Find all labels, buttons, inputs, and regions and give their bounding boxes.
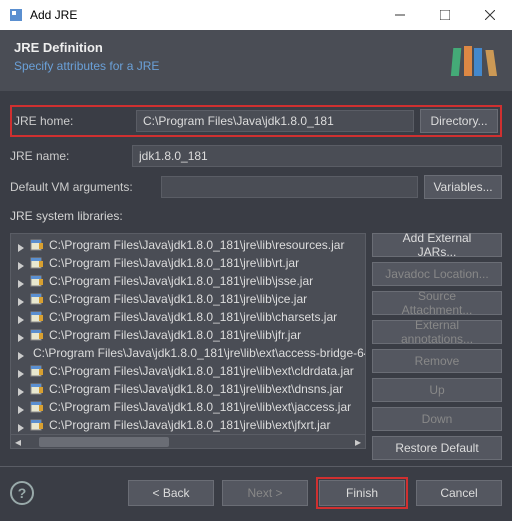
expand-icon[interactable] [17, 349, 25, 357]
expand-icon[interactable] [17, 385, 25, 393]
restore-default-button[interactable]: Restore Default [372, 436, 502, 460]
wizard-footer: ? < Back Next > Finish Cancel [0, 466, 512, 521]
tree-node-label: C:\Program Files\Java\jdk1.8.0_181\jre\l… [49, 400, 351, 414]
expand-icon[interactable] [17, 367, 25, 375]
jar-icon [29, 238, 45, 252]
help-icon[interactable]: ? [10, 481, 34, 505]
down-button[interactable]: Down [372, 407, 502, 431]
horizontal-scrollbar[interactable]: ◂ ▸ [11, 434, 365, 448]
titlebar: Add JRE [0, 0, 512, 30]
app-icon [8, 7, 24, 23]
jar-icon [29, 292, 45, 306]
tree-node-label: C:\Program Files\Java\jdk1.8.0_181\jre\l… [49, 238, 344, 252]
jar-icon [29, 328, 45, 342]
remove-button[interactable]: Remove [372, 349, 502, 373]
page-subtitle: Specify attributes for a JRE [14, 59, 450, 73]
maximize-button[interactable] [422, 0, 467, 30]
tree-node[interactable]: C:\Program Files\Java\jdk1.8.0_181\jre\l… [11, 272, 365, 290]
vm-args-label: Default VM arguments: [10, 180, 155, 194]
jre-name-label: JRE name: [10, 149, 126, 163]
jre-name-input[interactable] [132, 145, 502, 167]
tree-node[interactable]: C:\Program Files\Java\jdk1.8.0_181\jre\l… [11, 254, 365, 272]
expand-icon[interactable] [17, 403, 25, 411]
tree-node-label: C:\Program Files\Java\jdk1.8.0_181\jre\l… [49, 274, 313, 288]
tree-node[interactable]: C:\Program Files\Java\jdk1.8.0_181\jre\l… [11, 308, 365, 326]
tree-node-label: C:\Program Files\Java\jdk1.8.0_181\jre\l… [49, 382, 343, 396]
directory-button[interactable]: Directory... [420, 109, 498, 133]
page-title: JRE Definition [14, 40, 450, 55]
tree-node-label: C:\Program Files\Java\jdk1.8.0_181\jre\l… [33, 346, 366, 360]
finish-highlight: Finish [316, 477, 408, 509]
jre-home-label: JRE home: [14, 114, 130, 128]
close-button[interactable] [467, 0, 512, 30]
tree-node[interactable]: C:\Program Files\Java\jdk1.8.0_181\jre\l… [11, 380, 365, 398]
expand-icon[interactable] [17, 259, 25, 267]
scroll-left-icon[interactable]: ◂ [11, 435, 25, 449]
variables-button[interactable]: Variables... [424, 175, 502, 199]
next-button[interactable]: Next > [222, 480, 308, 506]
tree-node[interactable]: C:\Program Files\Java\jdk1.8.0_181\jre\l… [11, 326, 365, 344]
expand-icon[interactable] [17, 313, 25, 321]
tree-node[interactable]: C:\Program Files\Java\jdk1.8.0_181\jre\l… [11, 344, 365, 362]
expand-icon[interactable] [17, 277, 25, 285]
scroll-right-icon[interactable]: ▸ [351, 435, 365, 449]
tree-node-label: C:\Program Files\Java\jdk1.8.0_181\jre\l… [49, 310, 337, 324]
tree-node-label: C:\Program Files\Java\jdk1.8.0_181\jre\l… [49, 256, 299, 270]
source-attachment-button[interactable]: Source Attachment... [372, 291, 502, 315]
jar-icon [29, 364, 45, 378]
expand-icon[interactable] [17, 241, 25, 249]
expand-icon[interactable] [17, 331, 25, 339]
scroll-thumb[interactable] [39, 437, 169, 447]
jre-home-highlight: JRE home: Directory... [10, 105, 502, 137]
finish-button[interactable]: Finish [319, 480, 405, 506]
tree-node[interactable]: C:\Program Files\Java\jdk1.8.0_181\jre\l… [11, 362, 365, 380]
up-button[interactable]: Up [372, 378, 502, 402]
jar-icon [29, 418, 45, 432]
add-external-jars-button[interactable]: Add External JARs... [372, 233, 502, 257]
tree-node-label: C:\Program Files\Java\jdk1.8.0_181\jre\l… [49, 328, 301, 342]
external-annotations-button[interactable]: External annotations... [372, 320, 502, 344]
tree-node[interactable]: C:\Program Files\Java\jdk1.8.0_181\jre\l… [11, 236, 365, 254]
wizard-header: JRE Definition Specify attributes for a … [0, 30, 512, 91]
expand-icon[interactable] [17, 421, 25, 429]
javadoc-location-button[interactable]: Javadoc Location... [372, 262, 502, 286]
jar-icon [29, 382, 45, 396]
cancel-button[interactable]: Cancel [416, 480, 502, 506]
jar-icon [29, 274, 45, 288]
window-title: Add JRE [30, 8, 377, 22]
tree-node-label: C:\Program Files\Java\jdk1.8.0_181\jre\l… [49, 364, 354, 378]
system-libs-label: JRE system libraries: [10, 209, 502, 223]
vm-args-input[interactable] [161, 176, 418, 198]
jre-home-input[interactable] [136, 110, 414, 132]
books-icon [450, 40, 498, 83]
tree-node-label: C:\Program Files\Java\jdk1.8.0_181\jre\l… [49, 418, 330, 432]
tree-node-label: C:\Program Files\Java\jdk1.8.0_181\jre\l… [49, 292, 307, 306]
tree-node[interactable]: C:\Program Files\Java\jdk1.8.0_181\jre\l… [11, 398, 365, 416]
jar-icon [29, 400, 45, 414]
back-button[interactable]: < Back [128, 480, 214, 506]
libraries-tree[interactable]: C:\Program Files\Java\jdk1.8.0_181\jre\l… [10, 233, 366, 449]
expand-icon[interactable] [17, 295, 25, 303]
tree-node[interactable]: C:\Program Files\Java\jdk1.8.0_181\jre\l… [11, 416, 365, 434]
tree-node[interactable]: C:\Program Files\Java\jdk1.8.0_181\jre\l… [11, 290, 365, 308]
jar-icon [29, 310, 45, 324]
minimize-button[interactable] [377, 0, 422, 30]
jar-icon [29, 256, 45, 270]
